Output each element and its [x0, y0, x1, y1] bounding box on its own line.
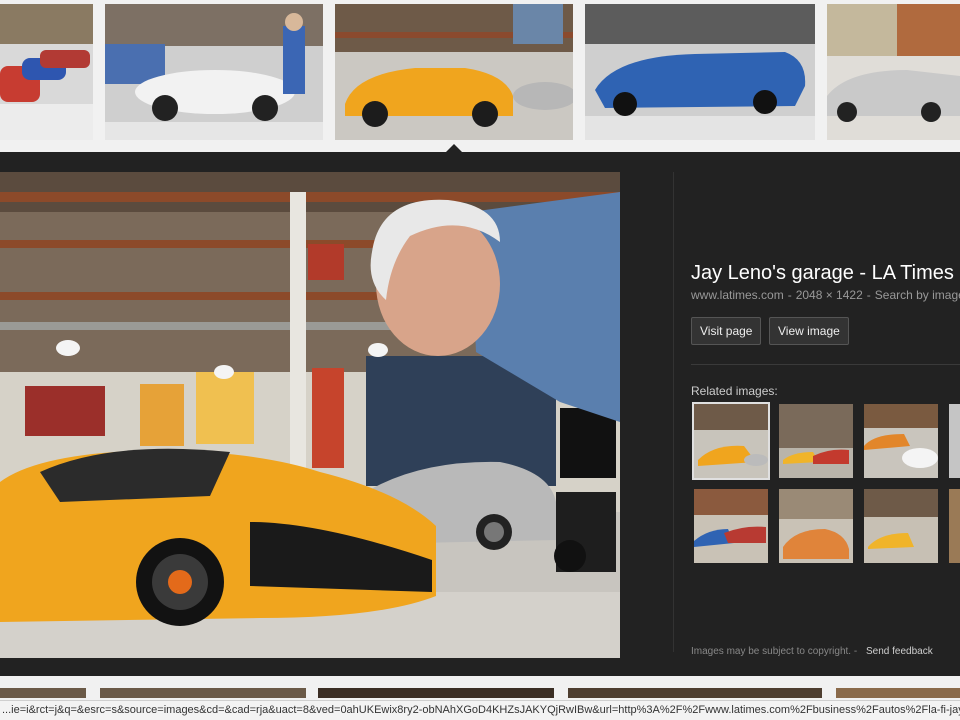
thumbnail-blue-race-car[interactable] [585, 4, 815, 140]
related-image-5[interactable] [692, 487, 770, 565]
thumbnail-white-jaguar[interactable] [105, 4, 323, 140]
footer-separator: - [853, 646, 858, 657]
related-image-6[interactable] [777, 487, 855, 565]
thumbnail-silver-porsche[interactable] [827, 4, 960, 140]
thumbnail-red-cars[interactable] [0, 4, 93, 140]
related-image-8[interactable] [947, 487, 960, 565]
meta-separator: - [866, 288, 871, 302]
related-image-3[interactable] [862, 402, 940, 480]
image-info: Jay Leno's garage - LA Times www.latimes… [691, 152, 960, 676]
bottom-thumbnail[interactable] [836, 688, 960, 698]
related-image-7[interactable] [862, 487, 940, 565]
related-image-4[interactable] [947, 402, 960, 480]
image-meta: www.latimes.com -2048 × 1422- Search by im… [691, 288, 960, 302]
send-feedback-link[interactable]: Send feedback [866, 646, 933, 657]
search-by-image-link[interactable]: Search by image [875, 288, 960, 302]
related-image-1[interactable] [692, 402, 770, 480]
related-images-label: Related images: [691, 384, 778, 398]
visit-page-button[interactable]: Visit page [691, 317, 762, 345]
related-image-2[interactable] [777, 402, 855, 480]
bottom-thumbnail[interactable] [0, 688, 86, 698]
image-preview-panel: Jay Leno's garage - LA Times www.latimes… [0, 144, 960, 676]
meta-separator: - [787, 288, 792, 302]
bottom-thumbnail[interactable] [568, 688, 822, 698]
top-thumbnail-strip [0, 0, 960, 152]
copyright-footer: Images may be subject to copyright. - Se… [691, 646, 933, 657]
view-image-button[interactable]: View image [769, 317, 849, 345]
bottom-thumbnail[interactable] [100, 688, 306, 698]
image-domain[interactable]: www.latimes.com [691, 288, 784, 302]
info-separator [691, 364, 960, 365]
copyright-notice: Images may be subject to copyright. [691, 646, 852, 657]
preview-divider [673, 172, 674, 652]
thumbnail-yellow-mclaren[interactable] [335, 4, 573, 140]
preview-main-image[interactable] [0, 172, 620, 658]
status-bar-url: ...ie=i&rct=j&q=&esrc=s&source=images&cd… [0, 700, 960, 720]
selected-thumbnail-caret [446, 144, 462, 152]
image-dimensions: 2048 × 1422 [795, 288, 863, 302]
bottom-thumbnail[interactable] [318, 688, 554, 698]
image-title[interactable]: Jay Leno's garage - LA Times [691, 262, 954, 285]
